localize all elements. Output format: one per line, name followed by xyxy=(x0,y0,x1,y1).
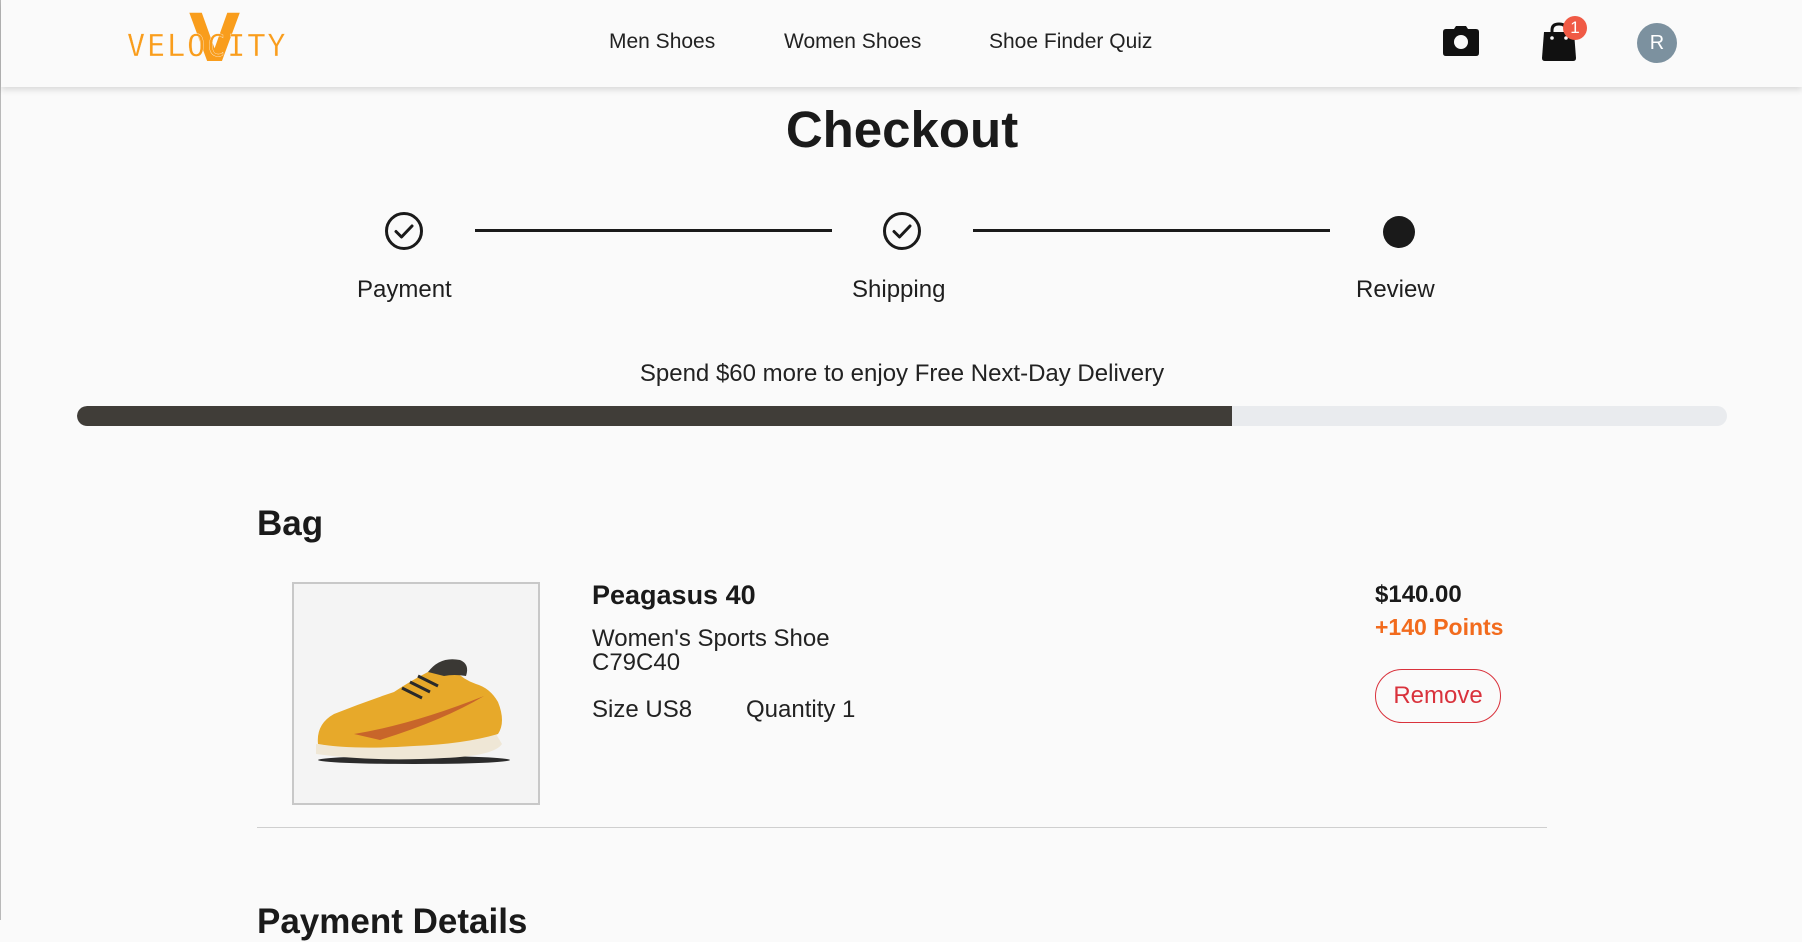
step-connector xyxy=(973,229,1330,232)
reward-points: +140 Points xyxy=(1375,614,1504,640)
payment-details-title: Payment Details xyxy=(257,902,528,941)
product-quantity: Quantity 1 xyxy=(746,696,856,723)
delivery-progress-fill xyxy=(77,406,1232,426)
user-avatar[interactable]: R xyxy=(1637,23,1677,63)
check-circle-icon xyxy=(883,212,921,250)
free-delivery-message: Spend $60 more to enjoy Free Next-Day De… xyxy=(639,360,1165,387)
product-category: Women's Sports Shoe xyxy=(592,625,830,652)
step-label-review: Review xyxy=(1356,276,1435,303)
nav-women-shoes[interactable]: Women Shoes xyxy=(784,30,921,54)
nav-men-shoes[interactable]: Men Shoes xyxy=(609,30,715,54)
site-header: V VELOCITY Men Shoes Women Shoes Shoe Fi… xyxy=(1,0,1802,87)
product-price: $140.00 xyxy=(1375,581,1462,608)
logo-word: VELOCITY xyxy=(127,29,288,64)
current-step-dot-icon xyxy=(1383,216,1415,248)
product-image[interactable] xyxy=(292,582,540,805)
cart-count-badge: 1 xyxy=(1563,16,1587,40)
remove-button[interactable]: Remove xyxy=(1375,669,1501,723)
bag-section-title: Bag xyxy=(257,504,324,543)
step-connector xyxy=(475,229,832,232)
camera-icon[interactable] xyxy=(1443,26,1479,56)
product-name[interactable]: Peagasus 40 xyxy=(592,580,756,611)
nav-shoe-finder-quiz[interactable]: Shoe Finder Quiz xyxy=(989,30,1152,54)
page-title: Checkout xyxy=(785,101,1019,158)
step-label-payment: Payment xyxy=(357,276,452,303)
product-size: Size US8 xyxy=(592,696,693,723)
divider xyxy=(257,827,1547,828)
step-label-shipping: Shipping xyxy=(852,276,946,303)
shoe-image xyxy=(316,659,510,764)
product-code: C79C40 xyxy=(592,649,681,676)
product-description: Women's Sports Shoe C79C40 xyxy=(592,627,830,675)
velocity-logo[interactable]: V VELOCITY xyxy=(125,6,325,72)
check-circle-icon xyxy=(385,212,423,250)
delivery-progress-bar xyxy=(77,406,1727,426)
